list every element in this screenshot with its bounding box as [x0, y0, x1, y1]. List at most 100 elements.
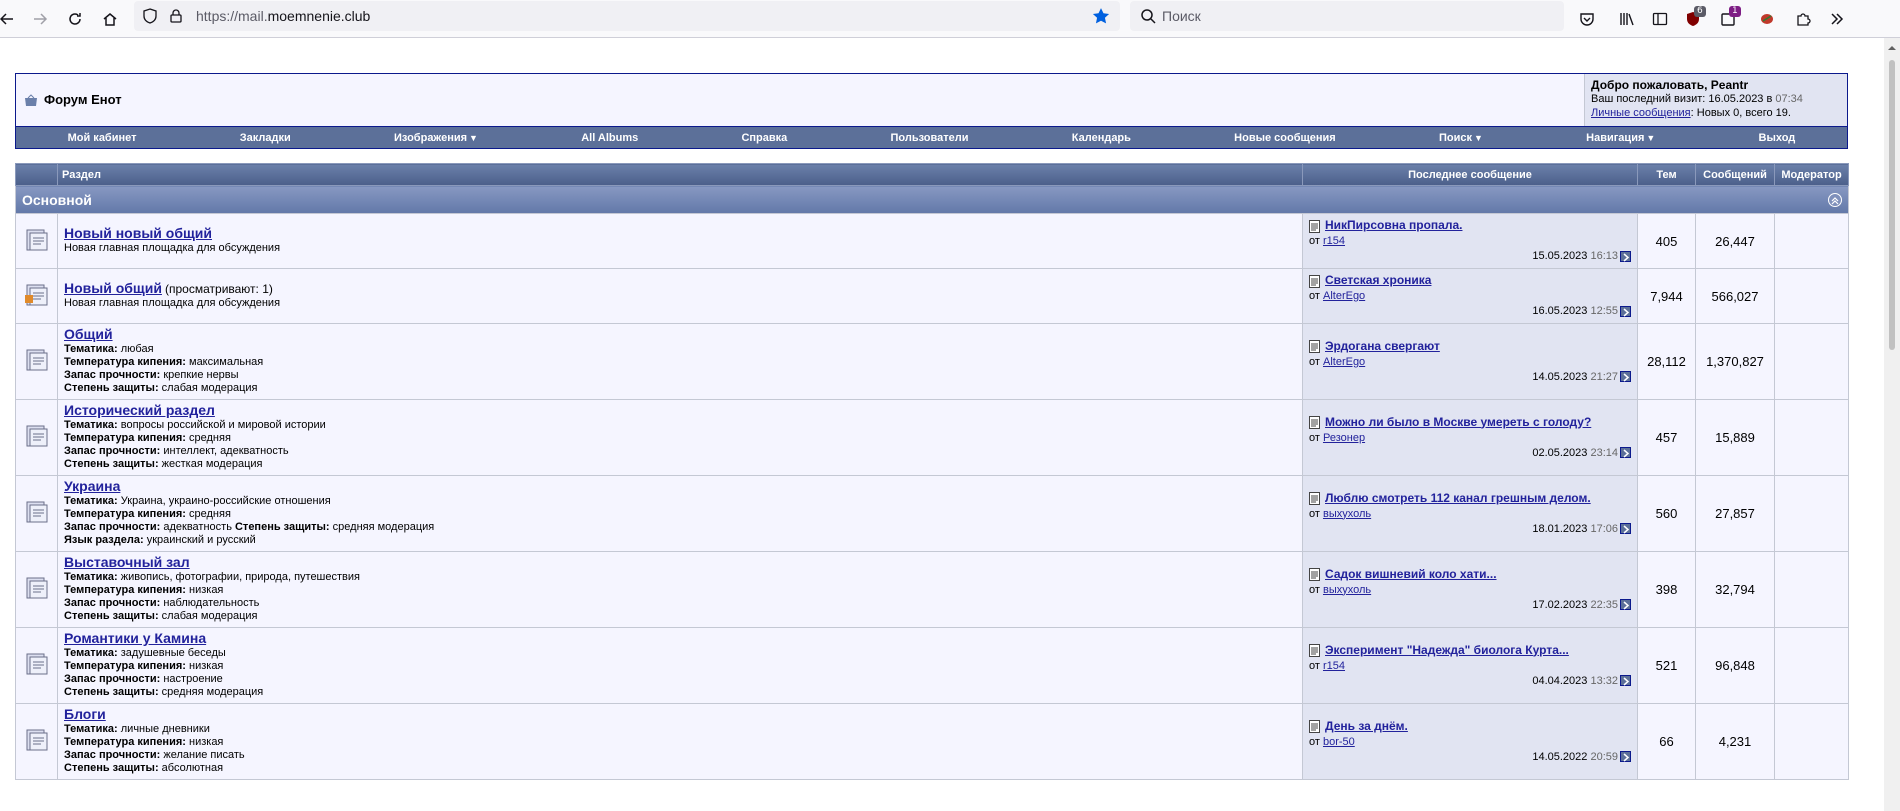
forum-icon-cell — [15, 551, 58, 628]
extensions-button[interactable] — [1788, 4, 1818, 34]
forum-detail-line: Температура кипения: низкая — [64, 584, 1296, 597]
goto-last-post-button[interactable] — [1620, 523, 1631, 535]
private-messages-link[interactable]: Личные сообщения — [1591, 107, 1691, 119]
extension-ublock-button[interactable]: 6 — [1678, 4, 1708, 34]
back-button[interactable] — [0, 4, 22, 34]
nav-item[interactable]: All Albums — [581, 132, 638, 144]
moderator-cell — [1774, 399, 1849, 476]
detail-value: Новая главная площадка для обсуждения — [64, 297, 281, 309]
nav-item[interactable]: Пользователи — [891, 132, 969, 144]
goto-last-post-button[interactable] — [1620, 371, 1631, 383]
url-text[interactable]: https://mail.moemnenie.club — [196, 8, 370, 24]
forum-name-link[interactable]: Новый новый общий — [64, 225, 212, 241]
last-post-time: 12:55 — [1590, 305, 1618, 317]
arrow-right-icon — [34, 13, 48, 25]
moderator-cell — [1774, 703, 1849, 780]
forum-icon-cell — [15, 703, 58, 780]
library-button[interactable] — [1612, 4, 1642, 34]
forum-name-link[interactable]: Общий — [64, 326, 113, 342]
table-header: Раздел Последнее сообщение Тем Сообщений… — [15, 163, 1849, 186]
last-post-author[interactable]: AlterEgo — [1323, 290, 1365, 302]
sidebar-button[interactable] — [1645, 4, 1675, 34]
extension-button-2[interactable]: 1 — [1713, 4, 1743, 34]
last-post-title[interactable]: НикПирсовна пропала. — [1325, 218, 1462, 232]
post-count: 32,794 — [1695, 551, 1775, 628]
last-post-author[interactable]: выхухоль — [1323, 508, 1371, 520]
forum-no-new-posts-icon — [26, 729, 47, 751]
last-post-title[interactable]: Садок вишневий коло хати... — [1325, 567, 1497, 581]
overflow-menu-button[interactable] — [1822, 4, 1852, 34]
nav-item-label: Справка — [741, 131, 788, 144]
nav-item[interactable]: Справка — [741, 132, 787, 144]
scroll-up-icon[interactable] — [1888, 44, 1896, 52]
goto-last-post-button[interactable] — [1620, 751, 1631, 763]
forum-name-link[interactable]: Исторический раздел — [64, 402, 215, 418]
last-post-date: 16.05.2023 — [1532, 305, 1588, 317]
forum-detail-line: Тематика: личные дневники — [64, 723, 1296, 736]
forum-detail-line: Новая главная площадка для обсуждения — [64, 242, 1296, 255]
goto-last-post-button[interactable] — [1620, 599, 1631, 611]
scrollbar-thumb[interactable] — [1889, 60, 1895, 350]
pocket-button[interactable] — [1572, 4, 1602, 34]
category-title[interactable]: Основной — [22, 192, 92, 208]
forum-detail-line: Тематика: вопросы российской и мировой и… — [64, 419, 1296, 432]
nav-item[interactable]: Календарь — [1072, 132, 1131, 144]
nav-item[interactable]: Изображения ▼ — [394, 132, 478, 144]
forward-button[interactable] — [25, 4, 55, 34]
last-post-title[interactable]: Эрдогана свергают — [1325, 339, 1440, 353]
lock-icon[interactable] — [168, 8, 184, 24]
nav-item[interactable]: Навигация ▼ — [1586, 132, 1655, 144]
goto-last-post-button[interactable] — [1620, 250, 1631, 262]
last-post-title[interactable]: Можно ли было в Москве умереть с голоду? — [1325, 415, 1591, 429]
detail-label: Запас прочности: — [64, 521, 161, 533]
last-post-date-line: 02.05.2023 23:14 — [1309, 446, 1631, 461]
forum-new-posts-icon — [24, 284, 47, 305]
last-post-title[interactable]: Люблю смотреть 112 канал грешным делом. — [1325, 491, 1591, 505]
nav-item[interactable]: Закладки — [240, 132, 291, 144]
thread-count: 457 — [1637, 399, 1696, 476]
goto-last-post-button[interactable] — [1620, 675, 1631, 687]
moderator-cell — [1774, 323, 1849, 400]
nav-item[interactable]: Поиск ▼ — [1439, 132, 1483, 144]
home-button[interactable] — [95, 4, 125, 34]
nav-item[interactable]: Выход — [1759, 132, 1796, 144]
url-bar[interactable]: https://mail.moemnenie.club — [134, 1, 1120, 31]
last-post-cell: Эрдогана свергают от AlterEgo 14.05.2023 2… — [1302, 323, 1638, 400]
last-post-title[interactable]: Эксперимент "Надежда" биолога Курта... — [1325, 643, 1569, 657]
detail-value: слабая модерация — [161, 610, 258, 622]
nav-item[interactable]: Новые сообщения — [1234, 132, 1336, 144]
forum-detail-line: Запас прочности: наблюдательность — [64, 597, 1296, 610]
last-post-author[interactable]: AlterEgo — [1323, 356, 1365, 368]
last-post-author[interactable]: r154 — [1323, 660, 1345, 672]
collapse-button[interactable] — [1828, 193, 1842, 207]
forum-name-link[interactable]: Выставочный зал — [64, 554, 190, 570]
goto-last-post-button[interactable] — [1620, 447, 1631, 459]
goto-last-post-button[interactable] — [1620, 305, 1631, 317]
forum-name-link[interactable]: Романтики у Камина — [64, 630, 206, 646]
last-post-cell: Садок вишневий коло хати... от выхухоль 17… — [1302, 551, 1638, 628]
forum-info-cell: Новый новый общий Новая главная площадка … — [57, 213, 1303, 269]
moderator-cell — [1774, 551, 1849, 628]
private-messages: Личные сообщения: Новых 0, всего 19. — [1591, 106, 1841, 120]
last-post-title[interactable]: Светская хроника — [1325, 273, 1431, 287]
page-scrollbar[interactable] — [1884, 38, 1900, 811]
last-post-author[interactable]: bor-50 — [1323, 736, 1355, 748]
forum-title-line: Общий — [64, 326, 1296, 343]
moderator-cell — [1774, 268, 1849, 324]
bookmark-star-icon[interactable] — [1092, 7, 1110, 25]
forum-name-link[interactable]: Украина — [64, 478, 120, 494]
last-post-title[interactable]: День за днём. — [1325, 719, 1408, 733]
search-bar[interactable]: Поиск — [1130, 1, 1564, 31]
forum-title[interactable]: Форум Енот — [44, 92, 122, 107]
last-post-author[interactable]: Резонер — [1323, 432, 1365, 444]
shield-icon[interactable] — [142, 8, 158, 24]
last-post-author[interactable]: выхухоль — [1323, 584, 1371, 596]
forum-row: Украина Тематика: Украина, украино-россий… — [15, 475, 1849, 552]
last-post-author[interactable]: r154 — [1323, 235, 1345, 247]
detail-value: наблюдательность — [163, 597, 260, 609]
forum-name-link[interactable]: Новый общий — [64, 280, 162, 296]
nav-item[interactable]: Мой кабинет — [68, 132, 137, 144]
reload-button[interactable] — [60, 4, 90, 34]
forum-name-link[interactable]: Блоги — [64, 706, 106, 722]
extension-button-3[interactable] — [1752, 4, 1782, 34]
